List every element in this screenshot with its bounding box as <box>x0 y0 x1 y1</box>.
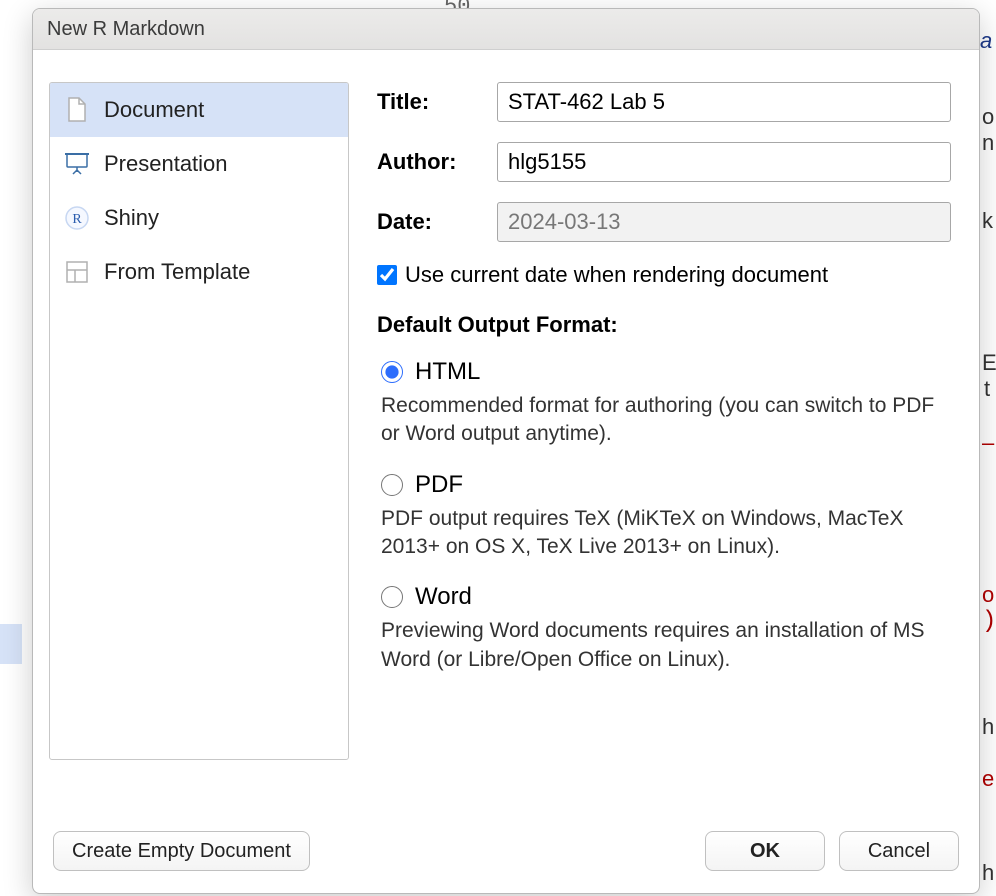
output-option-html[interactable]: HTML Recommended format for authoring (y… <box>377 358 951 449</box>
author-label: Author: <box>377 149 497 175</box>
use-current-date-checkbox[interactable] <box>377 265 397 285</box>
output-option-desc: Previewing Word documents requires an in… <box>381 617 951 674</box>
output-option-label: PDF <box>415 471 463 499</box>
template-icon <box>64 259 90 285</box>
output-option-desc: PDF output requires TeX (MiKTeX on Windo… <box>381 505 951 562</box>
sidebar-item-label: Document <box>104 97 204 123</box>
radio-pdf[interactable] <box>381 474 403 496</box>
output-option-desc: Recommended format for authoring (you ca… <box>381 392 951 449</box>
author-input[interactable] <box>497 142 951 182</box>
radio-word[interactable] <box>381 586 403 608</box>
shiny-icon: R <box>64 205 90 231</box>
use-current-date-label: Use current date when rendering document <box>405 262 828 288</box>
output-option-word[interactable]: Word Previewing Word documents requires … <box>377 583 951 674</box>
output-option-label: Word <box>415 583 472 611</box>
sidebar: Document Presentation R Shiny From Templ… <box>49 82 349 760</box>
output-format-label: Default Output Format: <box>377 312 951 338</box>
dialog-title: New R Markdown <box>47 18 205 41</box>
date-label: Date: <box>377 209 497 235</box>
sidebar-item-presentation[interactable]: Presentation <box>50 137 348 191</box>
create-empty-document-button[interactable]: Create Empty Document <box>53 831 310 871</box>
cancel-button[interactable]: Cancel <box>839 831 959 871</box>
presentation-icon <box>64 151 90 177</box>
title-label: Title: <box>377 89 497 115</box>
dialog-footer: Create Empty Document OK Cancel <box>33 819 979 893</box>
output-option-pdf[interactable]: PDF PDF output requires TeX (MiKTeX on W… <box>377 471 951 562</box>
svg-text:R: R <box>72 212 82 227</box>
new-r-markdown-dialog: New R Markdown Document Presentation R S… <box>32 8 980 894</box>
document-icon <box>64 97 90 123</box>
output-option-label: HTML <box>415 358 480 386</box>
radio-html[interactable] <box>381 361 403 383</box>
sidebar-item-label: Shiny <box>104 205 159 231</box>
date-input <box>497 202 951 242</box>
ok-button[interactable]: OK <box>705 831 825 871</box>
sidebar-item-shiny[interactable]: R Shiny <box>50 191 348 245</box>
sidebar-item-document[interactable]: Document <box>50 83 348 137</box>
form-panel: Title: Author: Date: Use current date wh… <box>349 50 979 819</box>
title-input[interactable] <box>497 82 951 122</box>
sidebar-item-label: From Template <box>104 259 250 285</box>
sidebar-item-from-template[interactable]: From Template <box>50 245 348 299</box>
dialog-titlebar: New R Markdown <box>33 9 979 50</box>
sidebar-item-label: Presentation <box>104 151 228 177</box>
